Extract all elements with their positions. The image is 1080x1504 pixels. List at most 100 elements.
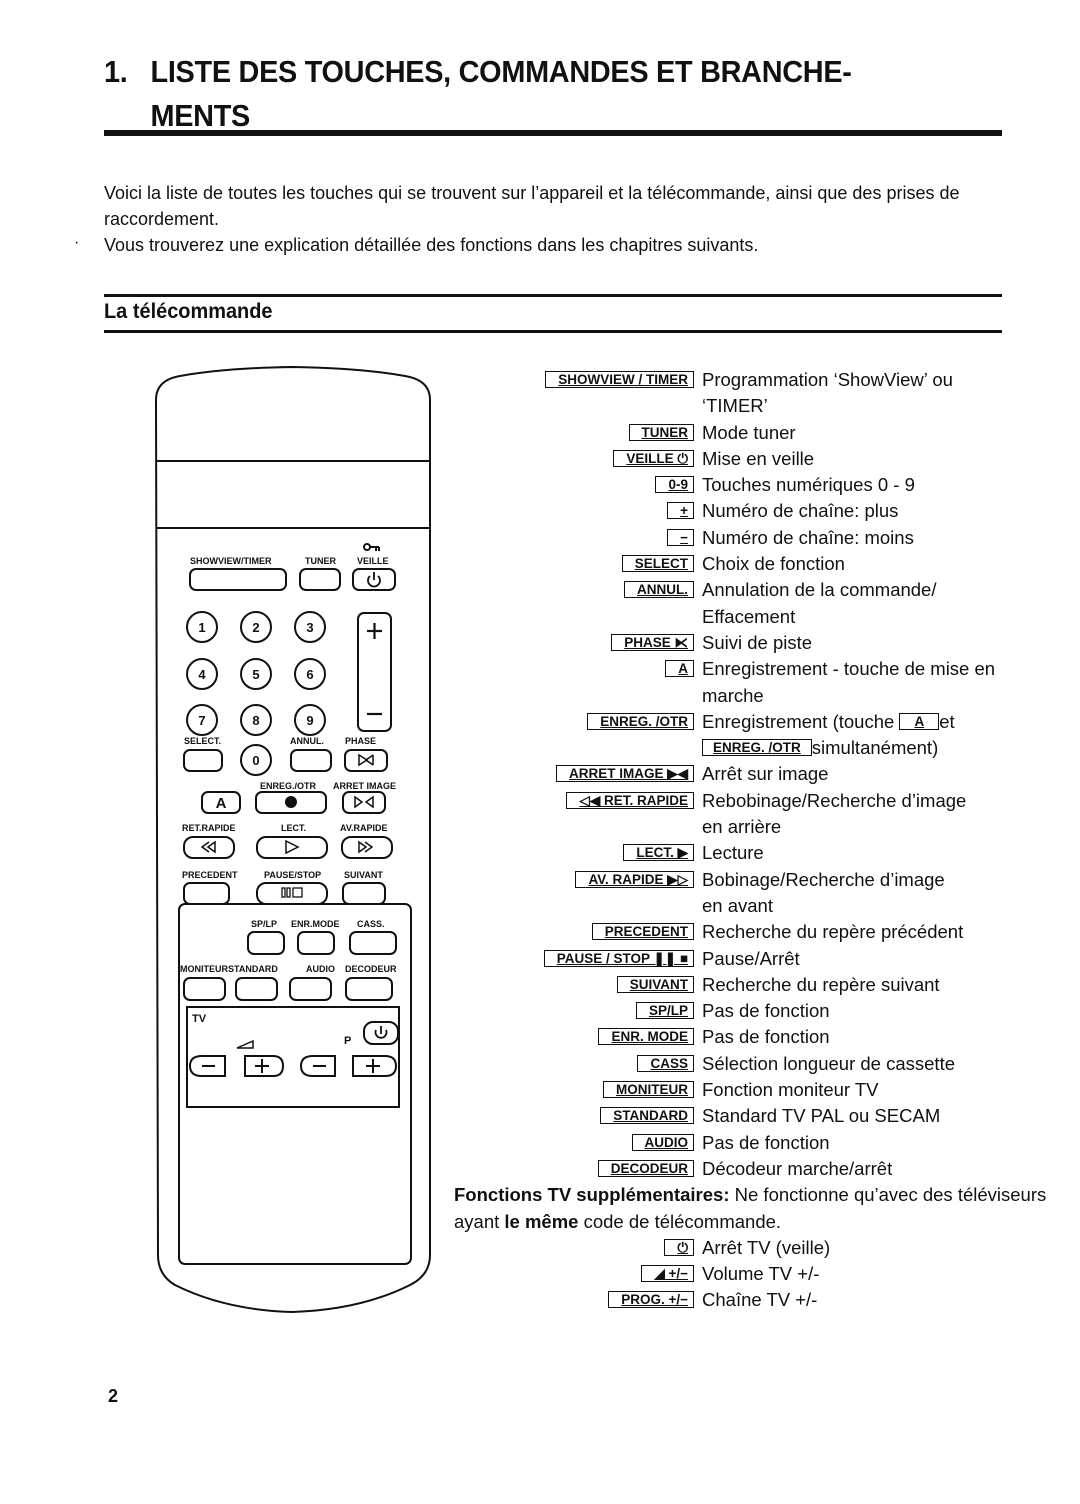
list-item: ARRET IMAGE ▶◀ Arrêt sur image [440,761,1060,787]
key-column: PRECEDENT [440,919,702,945]
key-column: PHASE ⧔ [440,630,702,656]
key-description: Recherche du repère suivant [702,972,1060,998]
description-line: Mode tuner [702,421,796,443]
arret-image-button[interactable] [342,791,386,814]
annul-button[interactable] [290,749,332,772]
decodeur-button[interactable] [345,977,393,1001]
fast-forward-icon [358,840,374,854]
audio-button[interactable] [289,977,332,1001]
key-description: Bobinage/Recherche d’image en avant [702,867,1060,920]
key-label-box: AV. RAPIDE ▶▷ [575,870,694,888]
key-column: PAUSE / STOP ❚❚ ■ [440,946,702,972]
list-item: SHOWVIEW / TIMER Programmation ‘ShowView’… [440,367,1060,420]
digit-1-label: 1 [198,620,205,635]
description-line: Effacement [702,605,796,627]
cass-button[interactable] [349,931,397,955]
key-label-box: ENR. MODE [598,1028,694,1046]
description-line: Bobinage/Recherche d’image [702,868,945,890]
remote-control-illustration: SHOWVIEW/TIMER TUNER VEILLE 1 2 3 4 5 6 … [154,365,431,1314]
key-description-list: SHOWVIEW / TIMER Programmation ‘ShowView’… [440,367,1060,1314]
label-splp: SP/LP [251,919,277,929]
key-column: SELECT [440,551,702,577]
key-description: Pas de fonction [702,1130,1060,1156]
label-standard: STANDARD [228,964,278,974]
description-line: Pas de fonction [702,1131,830,1153]
standard-button[interactable] [235,977,278,1001]
digit-4-label: 4 [198,667,206,682]
key-label-box: PHASE ⧔ [611,633,694,651]
list-item: − Numéro de chaîne: moins [440,525,1060,551]
key-description: Mise en veille [702,446,1060,472]
splp-button[interactable] [247,931,285,955]
key-column: ANNUL. [440,577,702,630]
label-p: P [344,1035,351,1047]
description-line: ENREG. /OTR simultanément) [702,735,1060,761]
description-text: et [939,710,955,732]
description-line: Décodeur marche/arrêt [702,1157,893,1179]
list-item: TUNER Mode tuner [440,420,1060,446]
key-column: AUDIO [440,1130,702,1156]
label-audio: AUDIO [306,964,335,974]
key-column: VEILLE ⏻ [440,446,702,472]
label-ret-rapide: RET.RAPIDE [182,823,236,833]
key-description: Rebobinage/Recherche d’image en arrière [702,788,1060,841]
showview-button[interactable] [189,568,287,591]
key-column: DECODEUR [440,1156,702,1182]
key-description: Numéro de chaîne: plus [702,498,1060,524]
section-rule-bottom [104,330,1002,333]
note-bold-emphasis: le même [504,1210,579,1232]
key-column: − [440,525,702,551]
key-column: AV. RAPIDE ▶▷ [440,867,702,920]
digit-7-label: 7 [198,713,205,728]
key-label-box: SHOWVIEW / TIMER [545,371,694,388]
key-description: Arrêt sur image [702,761,1060,787]
list-item: SP/LP Pas de fonction [440,998,1060,1024]
description-line: Recherche du repère précédent [702,921,964,943]
label-decodeur: DECODEUR [345,964,397,974]
list-item: ENREG. /OTR Enregistrement (touche Aet ENR… [440,709,1060,762]
list-item: AUDIO Pas de fonction [440,1130,1060,1156]
enr-mode-button[interactable] [297,931,335,955]
moniteur-button[interactable] [183,977,226,1001]
intro-paragraph-1: Voici la liste de toutes les touches qui… [104,183,960,229]
key-column: ◁◀ RET. RAPIDE [440,788,702,841]
description-line: Choix de fonction [702,553,845,575]
label-tuner: TUNER [305,556,336,566]
key-label-box: + [667,502,694,520]
tuner-button[interactable] [299,568,341,591]
description-line: Rebobinage/Recherche d’image [702,789,967,811]
select-button[interactable] [183,749,223,772]
key-description: Pause/Arrêt [702,946,1060,972]
key-column: A [440,656,702,709]
section-rule-top [104,294,1002,297]
key-description: Choix de fonction [702,551,1060,577]
description-line: Lecture [702,842,764,864]
volume-icon [236,1039,254,1049]
inline-key-label: A [899,712,940,730]
label-precedent: PRECEDENT [182,870,238,880]
lect-button[interactable] [256,836,328,859]
pause-stop-button[interactable] [256,882,328,905]
power-icon [367,572,381,588]
av-rapide-button[interactable] [341,836,393,859]
precedent-button[interactable] [183,882,230,905]
description-line: Programmation ‘ShowView’ ou [702,369,953,390]
description-line: ‘TIMER’ [702,395,768,417]
key-description: Décodeur marche/arrêt [702,1156,1060,1182]
key-description: Mode tuner [702,420,1060,446]
description-line: Enregistrement (touche Aet [702,709,1060,735]
label-cass: CASS. [357,919,385,929]
digit-0-label: 0 [252,753,259,768]
key-label-box: ANNUL. [624,581,694,599]
label-veille: VEILLE [357,556,389,566]
suivant-button[interactable] [342,882,386,905]
freeze-frame-icon [354,795,374,809]
label-moniteur: MONITEUR [180,964,228,974]
list-item: LECT. ▶ Lecture [440,840,1060,866]
description-line: Numéro de chaîne: plus [702,500,899,522]
list-item: PRECEDENT Recherche du repère précédent [440,919,1060,945]
label-arret-image: ARRET IMAGE [333,781,396,791]
digit-8-label: 8 [252,713,259,728]
key-label-box: VEILLE ⏻ [613,449,694,467]
list-item: ANNUL. Annulation de la commande/Effaceme… [440,577,1060,630]
